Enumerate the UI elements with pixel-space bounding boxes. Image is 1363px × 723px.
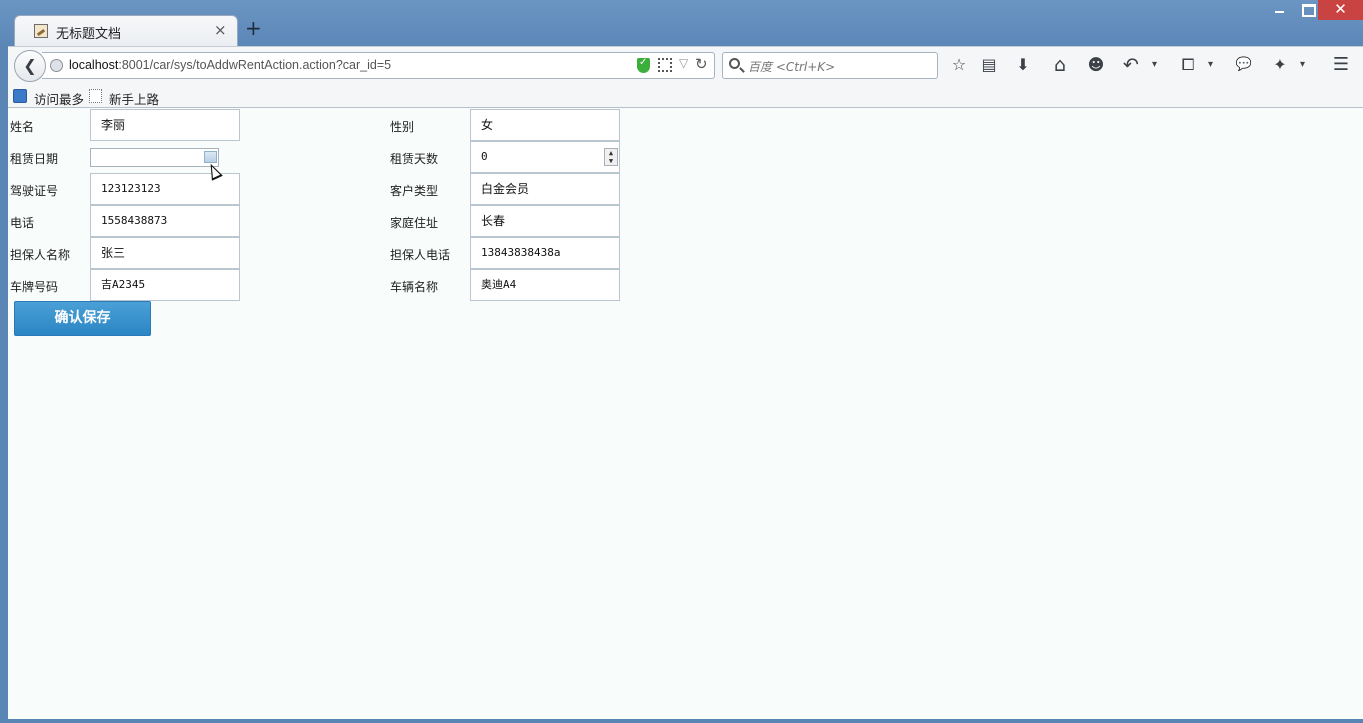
home-icon[interactable]: ⌂ xyxy=(1049,54,1071,76)
name-label: 姓名 xyxy=(10,120,35,134)
close-window-button[interactable]: ✕ xyxy=(1318,0,1363,20)
qr-code-icon[interactable] xyxy=(658,58,672,72)
page-content: 姓名 李丽 性别 女 租赁日期 租赁天数 0 ▲ ▼ 驾驶证号 12312312… xyxy=(8,108,1363,719)
browser-tab[interactable]: 无标题文档 × xyxy=(14,15,238,46)
guarantor-name-input[interactable]: 张三 xyxy=(90,237,240,269)
url-text[interactable]: localhost:8001/car/sys/toAddwRentAction.… xyxy=(69,58,391,72)
emoji-icon[interactable]: ☻ xyxy=(1085,54,1107,76)
crop-dropdown-icon[interactable]: ▾ xyxy=(1208,59,1213,70)
name-input[interactable]: 李丽 xyxy=(90,109,240,141)
back-button[interactable]: ❮ xyxy=(14,50,46,82)
spinner-down-icon[interactable]: ▼ xyxy=(605,157,617,165)
back-arrow-icon: ❮ xyxy=(23,56,37,75)
customer-type-label: 客户类型 xyxy=(390,184,439,198)
address-bar[interactable]: localhost:8001/car/sys/toAddwRentAction.… xyxy=(42,52,715,79)
chat-icon[interactable]: 💬 xyxy=(1233,54,1255,76)
url-dropdown-icon[interactable]: ▽ xyxy=(679,56,688,70)
undo-icon[interactable]: ↶ xyxy=(1120,54,1142,76)
downloads-icon[interactable]: ⬇ xyxy=(1012,54,1034,76)
search-bar[interactable]: 百度 <Ctrl+K> xyxy=(722,52,938,79)
vehicle-name-label: 车辆名称 xyxy=(390,280,439,294)
bookmark-getting-started[interactable]: 新手上路 xyxy=(109,89,159,108)
new-tab-button[interactable]: + xyxy=(245,18,262,38)
license-label: 驾驶证号 xyxy=(10,184,59,198)
search-icon xyxy=(729,58,740,69)
plugin-dropdown-icon[interactable]: ▾ xyxy=(1300,59,1305,70)
address-input[interactable]: 长春 xyxy=(470,205,620,237)
minimize-button[interactable] xyxy=(1266,0,1292,20)
guarantor-phone-label: 担保人电话 xyxy=(390,248,451,262)
bookmark-most-visited[interactable]: 访问最多 xyxy=(34,89,84,108)
globe-icon xyxy=(50,59,63,72)
rent-date-label: 租赁日期 xyxy=(10,152,59,166)
page-favicon-icon xyxy=(34,24,48,38)
phone-input[interactable]: 1558438873 xyxy=(90,205,240,237)
menu-icon[interactable]: ☰ xyxy=(1330,54,1352,76)
window-titlebar: 无标题文档 × + ✕ xyxy=(0,0,1363,46)
plate-number-label: 车牌号码 xyxy=(10,280,59,294)
crop-screenshot-icon[interactable]: ⧠ xyxy=(1177,54,1199,76)
gender-input[interactable]: 女 xyxy=(470,109,620,141)
customer-type-input[interactable]: 白金会员 xyxy=(470,173,620,205)
vehicle-name-input[interactable]: 奥迪A4 xyxy=(470,269,620,301)
plate-number-input[interactable]: 吉A2345 xyxy=(90,269,240,301)
rent-days-label: 租赁天数 xyxy=(390,152,439,166)
navigation-toolbar: localhost:8001/car/sys/toAddwRentAction.… xyxy=(8,46,1363,85)
close-icon: ✕ xyxy=(1334,0,1347,18)
rent-days-spinner[interactable]: ▲ ▼ xyxy=(604,148,618,166)
undo-dropdown-icon[interactable]: ▾ xyxy=(1152,59,1157,70)
spinner-up-icon[interactable]: ▲ xyxy=(605,149,617,157)
phone-label: 电话 xyxy=(10,216,35,230)
rent-date-input[interactable] xyxy=(90,148,219,167)
rent-days-input[interactable]: 0 ▲ ▼ xyxy=(470,141,620,173)
guarantor-phone-input[interactable]: 13843838438a xyxy=(470,237,620,269)
getting-started-icon xyxy=(89,89,102,103)
reload-icon[interactable]: ↻ xyxy=(695,55,708,73)
security-shield-icon[interactable] xyxy=(637,57,650,73)
url-host: localhost xyxy=(69,58,119,72)
guarantor-name-label: 担保人名称 xyxy=(10,248,71,262)
address-label: 家庭住址 xyxy=(390,216,439,230)
search-placeholder: 百度 <Ctrl+K> xyxy=(748,60,836,74)
bookmark-star-icon[interactable]: ☆ xyxy=(948,54,970,76)
close-tab-icon[interactable]: × xyxy=(214,21,227,39)
bookmarks-toolbar: 访问最多 新手上路 xyxy=(8,85,1363,108)
gender-label: 性别 xyxy=(390,120,415,134)
confirm-save-button[interactable]: 确认保存 xyxy=(14,301,151,336)
url-path: :8001/car/sys/toAddwRentAction.action?ca… xyxy=(118,58,392,72)
window-bottom-edge xyxy=(0,719,1363,723)
plugin-icon[interactable]: ✦ xyxy=(1269,54,1291,76)
reading-list-icon[interactable]: ▤ xyxy=(978,54,1000,76)
tab-title: 无标题文档 xyxy=(56,27,122,42)
rent-days-value: 0 xyxy=(481,150,488,163)
maximize-button[interactable] xyxy=(1294,0,1320,20)
most-visited-icon xyxy=(13,89,27,103)
